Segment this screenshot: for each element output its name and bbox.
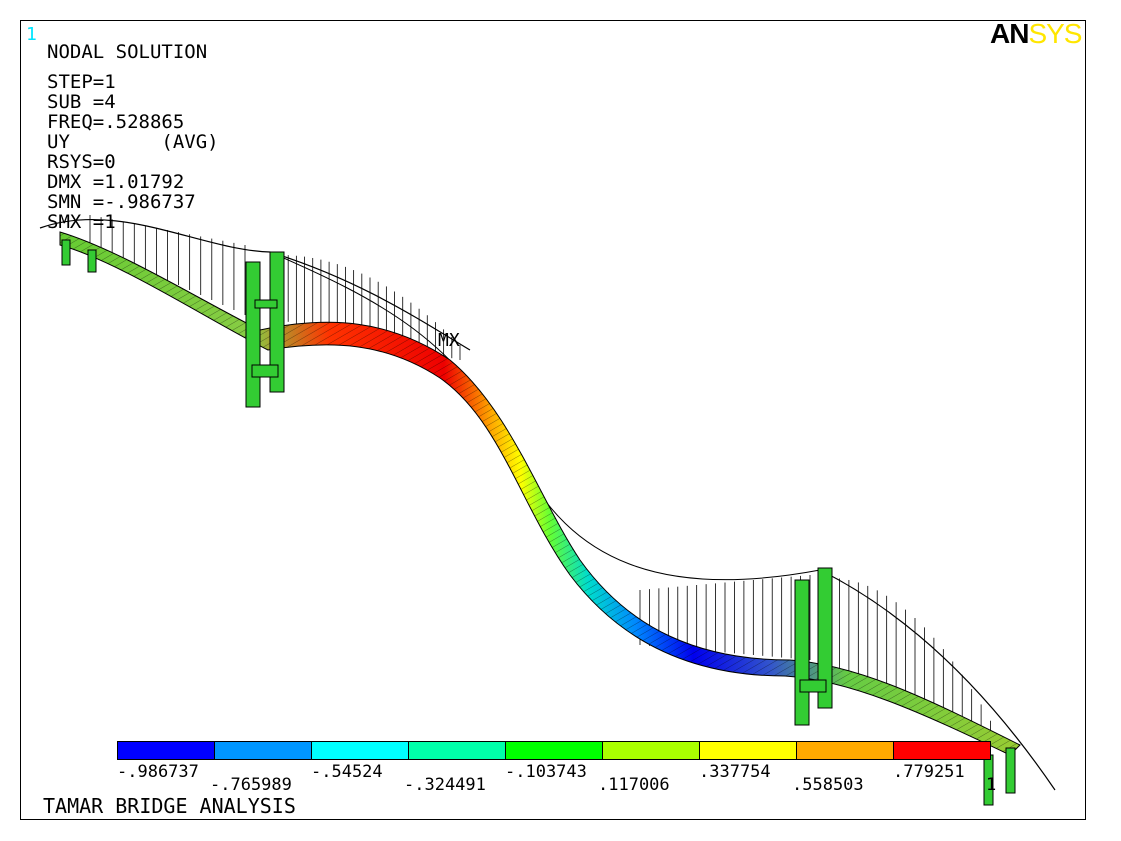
right-tower xyxy=(794,567,833,726)
legend-label: -.986737 xyxy=(117,762,199,782)
legend-label: .558503 xyxy=(792,775,864,795)
legend-swatch xyxy=(894,742,990,759)
legend-label: .117006 xyxy=(598,775,670,795)
info-line: SUB =4 xyxy=(47,91,116,113)
legend-swatch xyxy=(700,742,797,759)
max-marker-label: MX xyxy=(438,330,460,351)
info-line: DMX =1.01792 xyxy=(47,171,185,193)
nodal-solution-info: NODAL SOLUTION STEP=1 SUB =4 FREQ=.528865 UY… xyxy=(47,42,219,232)
legend-swatch xyxy=(603,742,700,759)
legend-label: -.103743 xyxy=(505,762,587,782)
legend-label: .779251 xyxy=(893,762,965,782)
info-line: STEP=1 xyxy=(47,71,116,93)
legend-swatch xyxy=(312,742,409,759)
info-line: NODAL SOLUTION xyxy=(47,41,208,63)
legend-swatch xyxy=(409,742,506,759)
info-line: FREQ=.528865 xyxy=(47,111,185,133)
info-line: RSYS=0 xyxy=(47,151,116,173)
legend-swatch xyxy=(215,742,312,759)
legend-label: -.54524 xyxy=(311,762,383,782)
info-line: SMN =-.986737 xyxy=(47,191,196,213)
analysis-title: TAMAR BRIDGE ANALYSIS xyxy=(43,794,296,818)
legend-label: .337754 xyxy=(699,762,771,782)
legend-label: -.765989 xyxy=(210,775,292,795)
legend-label: -.324491 xyxy=(404,775,486,795)
suspension-hangers xyxy=(89,215,1001,740)
legend-swatch xyxy=(797,742,894,759)
contour-legend-bar xyxy=(117,741,991,760)
info-line: UY (AVG) xyxy=(47,131,219,153)
info-line: SMX =1 xyxy=(47,211,116,233)
bridge-deck-hatch xyxy=(60,232,1020,755)
legend-label: 1 xyxy=(986,775,997,795)
legend-swatch xyxy=(506,742,603,759)
legend-swatch xyxy=(118,742,215,759)
